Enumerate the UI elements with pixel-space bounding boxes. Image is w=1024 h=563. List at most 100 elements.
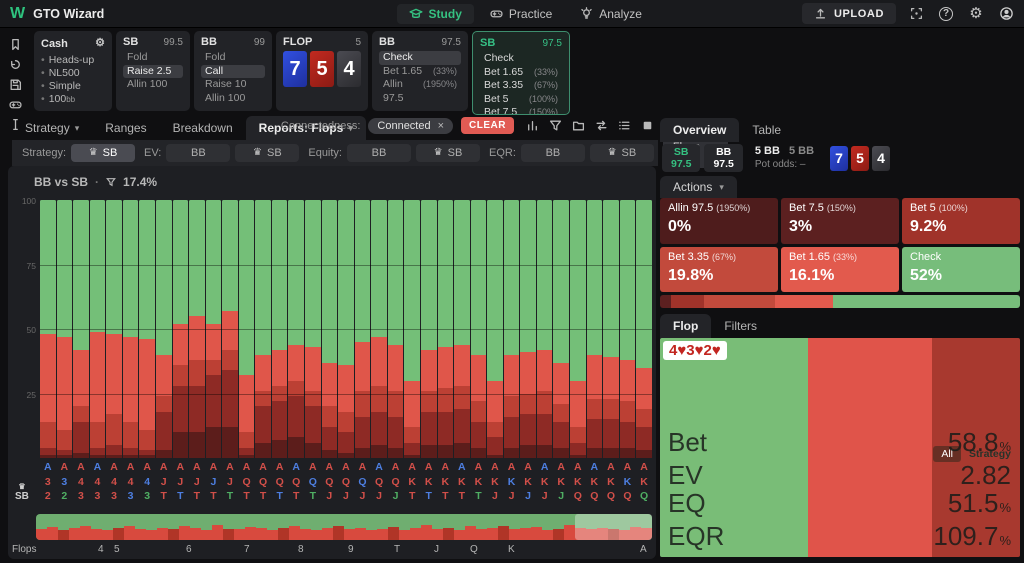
player-chip-bb[interactable]: BB97.5 <box>704 144 742 172</box>
grid-icon[interactable] <box>618 119 631 132</box>
flop-bar-AhJdTh[interactable] <box>206 200 222 458</box>
account-icon[interactable] <box>998 6 1014 22</box>
flop-bar-AhQhTd[interactable] <box>272 200 288 458</box>
gamepad-icon[interactable] <box>9 98 22 111</box>
flop-bar-AhKhQc[interactable] <box>636 200 652 458</box>
flop-panel[interactable]: FLOP5754 <box>276 31 368 111</box>
node-action-fold[interactable]: Fold <box>201 51 265 65</box>
action-card-bet-5[interactable]: Bet 5(100%)9.2% <box>902 198 1020 244</box>
flop-bar-AdKhJh[interactable] <box>537 200 553 458</box>
nav-item-practice[interactable]: Practice <box>478 4 564 24</box>
tab-overview[interactable]: Overview <box>660 118 739 142</box>
node-action-bet-1.65[interactable]: Bet 1.65(33%) <box>480 66 562 80</box>
tab-table[interactable]: Table <box>739 118 794 142</box>
filter-icon[interactable] <box>549 119 562 132</box>
node-action-check[interactable]: Check <box>379 51 461 65</box>
node-action-allin-100[interactable]: Allin 100 <box>123 78 183 92</box>
settings-icon[interactable]: ⚙ <box>968 6 984 22</box>
nav-item-study[interactable]: Study <box>397 4 474 24</box>
scan-icon[interactable] <box>908 6 924 22</box>
flop-bar-AhKdQh[interactable] <box>620 200 636 458</box>
flop-bar-AhKhQh[interactable] <box>603 200 619 458</box>
flop-bar-AhQhTh[interactable] <box>255 200 271 458</box>
node-action-check[interactable]: Check <box>480 52 562 66</box>
node-action-call[interactable]: Call <box>201 65 265 79</box>
flop-bar-AhKdJh[interactable] <box>504 200 520 458</box>
flop-bar-AhQhJh[interactable] <box>322 200 338 458</box>
metric-button-bb[interactable]: BB <box>347 144 411 162</box>
tab-strategy[interactable]: Strategy▾ <box>12 116 92 140</box>
gear-icon[interactable]: ⚙ <box>95 36 105 51</box>
actions-dropdown[interactable]: Actions ▾ <box>660 176 737 198</box>
flop-bar-AhKhQh[interactable] <box>570 200 586 458</box>
history-icon[interactable] <box>9 58 22 71</box>
flop-bar-AhJhTh[interactable] <box>156 200 172 458</box>
metric-button-bb[interactable]: BB <box>166 144 230 162</box>
flop-bar-Ah4h3h[interactable] <box>73 200 89 458</box>
flop-bar-AhKhJd[interactable] <box>520 200 536 458</box>
action-card-bet-7.5[interactable]: Bet 7.5(150%)3% <box>781 198 899 244</box>
help-icon[interactable]: ? <box>938 6 954 22</box>
flop-bar-Ah3d2c[interactable] <box>57 200 73 458</box>
node-panel-sb-5[interactable]: SB97.5CheckBet 1.65(33%)Bet 3.35(67%)Bet… <box>472 31 570 115</box>
flop-bar-Ad3h2h[interactable] <box>40 200 56 458</box>
minimap-selection-window[interactable] <box>575 514 652 540</box>
square-icon[interactable] <box>641 119 654 132</box>
tab-ranges[interactable]: Ranges <box>92 116 159 140</box>
node-panel-sb-1[interactable]: SB99.5FoldRaise 2.5Allin 100 <box>116 31 190 111</box>
flop-bar-AhJhTd[interactable] <box>173 200 189 458</box>
flop-bar-AhQdJh[interactable] <box>355 200 371 458</box>
flop-bar-AhQhTh[interactable] <box>239 200 255 458</box>
flop-bar-AhKhJh[interactable] <box>487 200 503 458</box>
tab-flop[interactable]: Flop <box>660 314 711 338</box>
flop-bar-Ah4h3d[interactable] <box>123 200 139 458</box>
metric-button-sb[interactable]: ♛SB <box>235 144 299 162</box>
folder-icon[interactable] <box>572 119 585 132</box>
bar-chart-icon[interactable] <box>526 119 539 132</box>
flop-strategy-tile[interactable]: 4♥3♥2♥ All Strategy Bet58.8%EV2.82EQ51.5… <box>660 338 1020 557</box>
flop-bar-AhKhTd[interactable] <box>421 200 437 458</box>
player-chip-sb[interactable]: SB97.5 <box>662 144 700 172</box>
upload-button[interactable]: UPLOAD <box>802 3 896 24</box>
node-panel-bb-2[interactable]: BB99FoldCallRaise 10Allin 100 <box>194 31 272 111</box>
save-icon[interactable] <box>9 78 22 91</box>
metric-button-sb[interactable]: ♛SB <box>590 144 654 162</box>
flop-bar-AhQhJc[interactable] <box>388 200 404 458</box>
node-action-raise-10[interactable]: Raise 10 <box>201 78 265 92</box>
tab-filters[interactable]: Filters <box>711 314 770 338</box>
node-action-bet-1.65[interactable]: Bet 1.65(33%) <box>379 65 461 79</box>
flop-bar-Ah4d3c[interactable] <box>139 200 155 458</box>
clear-button[interactable]: CLEAR <box>461 117 514 134</box>
swap-icon[interactable] <box>595 119 608 132</box>
flop-bar-AhJhTh[interactable] <box>189 200 205 458</box>
flop-bar-AhQhJh[interactable] <box>338 200 354 458</box>
node-panel-bb-4[interactable]: BB97.5CheckBet 1.65(33%)Allin 97.5(1950%… <box>372 31 468 111</box>
metric-button-sb[interactable]: ♛SB <box>416 144 480 162</box>
nav-item-analyze[interactable]: Analyze <box>568 4 654 24</box>
node-action-bet-5[interactable]: Bet 5(100%) <box>480 93 562 107</box>
flop-bar-AdKhQh[interactable] <box>587 200 603 458</box>
flop-bar-Ad4h3h[interactable] <box>90 200 106 458</box>
flop-bar-AhKhTh[interactable] <box>404 200 420 458</box>
close-icon[interactable]: × <box>438 120 444 132</box>
action-card-check[interactable]: Check52% <box>902 247 1020 293</box>
metric-button-bb[interactable]: BB <box>521 144 585 162</box>
connected-filter-chip[interactable]: Connected × <box>368 118 453 134</box>
tab-breakdown[interactable]: Breakdown <box>160 116 246 140</box>
action-card-allin-97.5[interactable]: Allin 97.5(1950%)0% <box>660 198 778 244</box>
node-action-allin-97.5[interactable]: Allin 97.5(1950%) <box>379 78 461 105</box>
flop-bar-AdQhTh[interactable] <box>288 200 304 458</box>
metric-button-sb[interactable]: ♛SB <box>71 144 135 162</box>
flop-bar-Ah4h3h[interactable] <box>106 200 122 458</box>
flop-bar-AhKhTc[interactable] <box>471 200 487 458</box>
node-action-allin-100[interactable]: Allin 100 <box>201 92 265 106</box>
node-action-fold[interactable]: Fold <box>123 51 183 65</box>
bookmark-icon[interactable] <box>9 38 22 51</box>
action-card-bet-1.65[interactable]: Bet 1.65(33%)16.1% <box>781 247 899 293</box>
action-card-bet-3.35[interactable]: Bet 3.35(67%)19.8% <box>660 247 778 293</box>
flop-bar-AdKhTh[interactable] <box>454 200 470 458</box>
node-action-raise-2.5[interactable]: Raise 2.5 <box>123 65 183 79</box>
game-settings-panel[interactable]: Cash⚙•Heads-up•NL500•Simple•100bb <box>34 31 112 111</box>
flop-bar-AhKhJc[interactable] <box>553 200 569 458</box>
flop-bar-AhJhTc[interactable] <box>222 200 238 458</box>
